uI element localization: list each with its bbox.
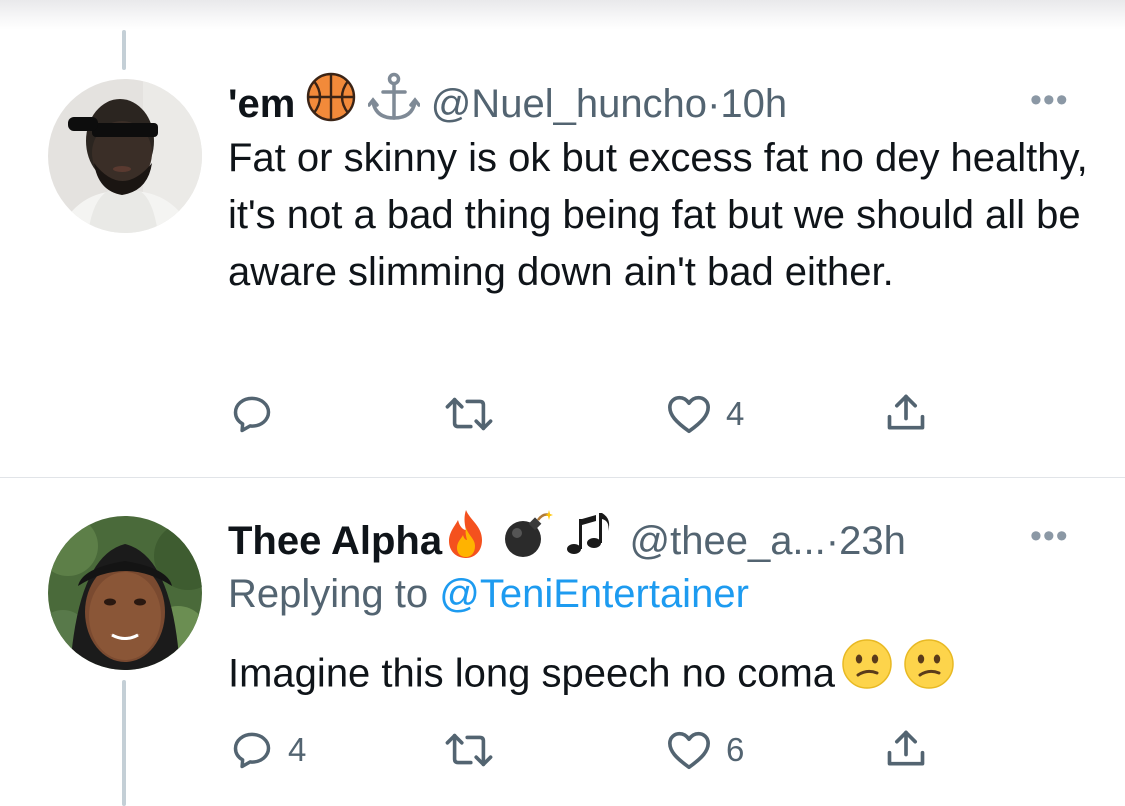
share-icon: [887, 394, 925, 430]
reply-button[interactable]: [230, 392, 288, 436]
anchor-icon: [366, 72, 421, 133]
fire-icon: [442, 508, 490, 571]
heart-icon: [668, 731, 710, 770]
share-button[interactable]: [884, 390, 928, 436]
avatar[interactable]: [48, 516, 202, 670]
display-name[interactable]: Thee Alpha: [228, 519, 442, 563]
tweet-text: Imagine this long speech no coma: [228, 651, 836, 696]
like-button[interactable]: 6: [666, 728, 744, 772]
avatar[interactable]: [48, 79, 202, 233]
heart-icon: [668, 395, 710, 434]
tweet-text: Fat or skinny is ok but excess fat no de…: [228, 136, 1088, 294]
replying-to-mention[interactable]: @TeniEntertainer: [439, 572, 749, 616]
replying-to: Replying to @TeniEntertainer: [228, 570, 749, 618]
username-handle[interactable]: @Nuel_huncho: [431, 82, 707, 126]
tweet-text-wrap: Imagine this long speech no coma: [228, 639, 1088, 710]
thread-line-top: [122, 30, 126, 70]
replying-to-label: Replying to: [228, 572, 440, 616]
username-handle[interactable]: @thee_a...: [629, 519, 825, 563]
confused-face-icon: [903, 638, 955, 706]
bomb-icon: [501, 509, 554, 570]
basketball-icon: [306, 72, 356, 133]
retweet-icon: [445, 397, 493, 431]
display-name[interactable]: 'em: [228, 82, 295, 126]
reply-count: 4: [288, 731, 307, 768]
reply-icon: [233, 732, 271, 769]
more-options-button[interactable]: •••: [1030, 519, 1069, 553]
like-count: 4: [726, 395, 745, 432]
tweet-header: Thee Alpha @thee_a...·23h: [228, 509, 906, 575]
like-count: 6: [726, 731, 745, 768]
share-button[interactable]: [884, 726, 928, 772]
thread-line-bottom: [122, 680, 126, 806]
confused-face-icon: [841, 638, 893, 706]
retweet-icon: [445, 733, 493, 767]
reply-button[interactable]: 4: [230, 728, 306, 772]
share-icon: [887, 730, 925, 766]
separator-dot: ·: [707, 82, 721, 127]
top-shade: [0, 0, 1125, 30]
retweet-button[interactable]: [442, 728, 510, 772]
more-options-button[interactable]: •••: [1030, 83, 1069, 117]
separator-dot: ·: [825, 519, 840, 564]
divider: [0, 477, 1125, 478]
like-button[interactable]: 4: [666, 392, 744, 436]
retweet-button[interactable]: [442, 392, 510, 436]
tweet-header: 'em @Nuel_huncho·10h: [228, 72, 787, 137]
timestamp[interactable]: 10h: [720, 82, 787, 126]
musical-notes-icon: [564, 509, 618, 570]
reply-icon: [233, 396, 271, 433]
timestamp[interactable]: 23h: [839, 519, 906, 563]
